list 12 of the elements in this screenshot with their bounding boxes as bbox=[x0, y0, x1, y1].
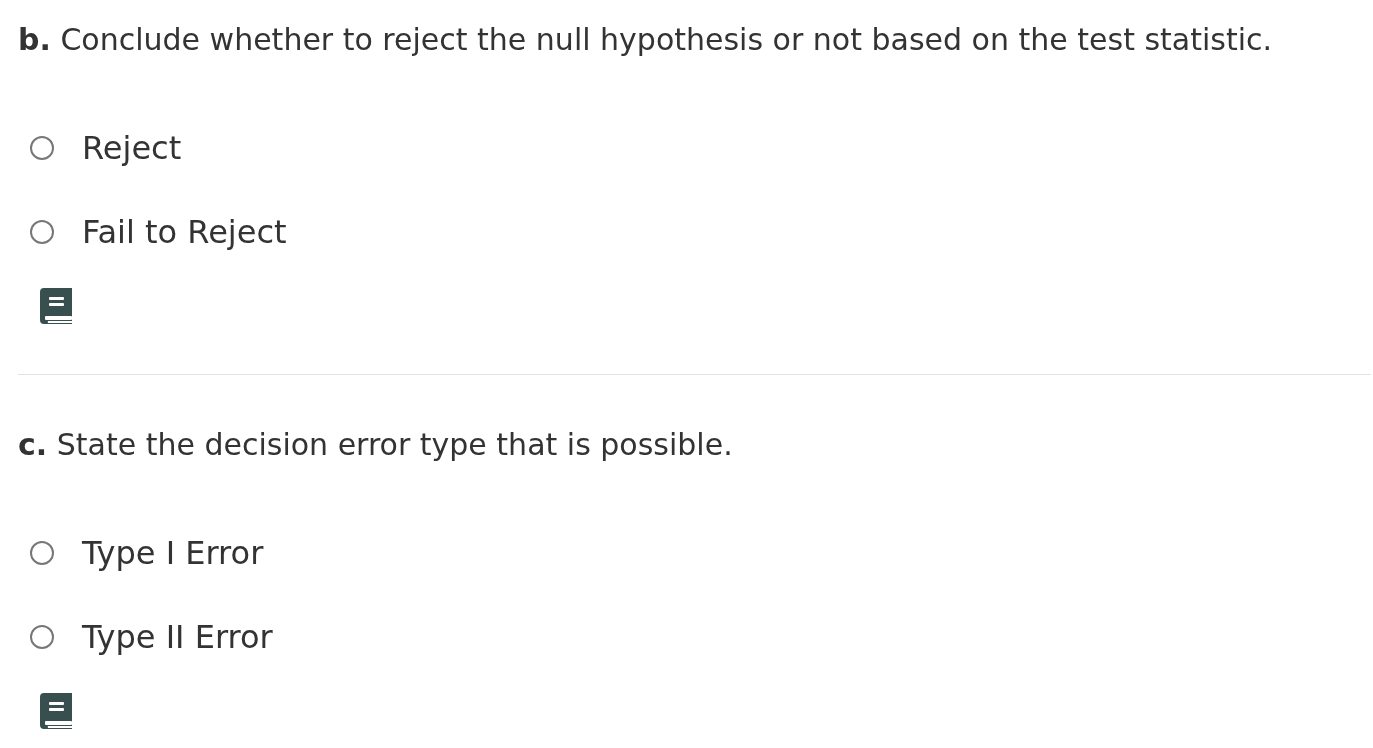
answer-option[interactable]: Reject bbox=[18, 126, 1371, 170]
book-icon[interactable] bbox=[40, 693, 73, 729]
radio-button[interactable] bbox=[30, 541, 54, 565]
question-text: b. Conclude whether to reject the null hypothesis or not based on the test statistic. bbox=[18, 21, 1274, 59]
answer-option[interactable]: Fail to Reject bbox=[18, 210, 1371, 254]
radio-button[interactable] bbox=[30, 220, 54, 244]
radio-button[interactable] bbox=[30, 625, 54, 649]
book-icon[interactable] bbox=[40, 288, 73, 324]
answer-option[interactable]: Type I Error bbox=[18, 531, 1371, 575]
answer-option[interactable]: Type II Error bbox=[18, 615, 1371, 659]
radio-button[interactable] bbox=[30, 136, 54, 160]
question-text: c. State the decision error type that is possible. bbox=[18, 426, 734, 464]
